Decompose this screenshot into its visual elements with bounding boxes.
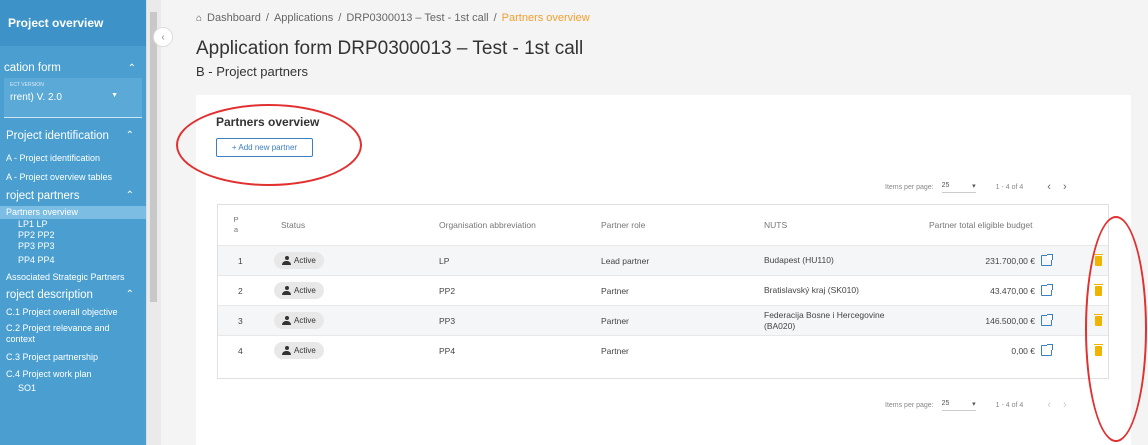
open-external-icon[interactable] <box>1041 254 1053 266</box>
items-per-page-select[interactable]: 25 ▾ <box>941 400 976 411</box>
cell-role: Partner <box>601 345 629 356</box>
page-title: Application form DRP0300013 – Test - 1st… <box>196 38 584 59</box>
home-icon: ⌂ <box>196 12 203 24</box>
breadcrumb-application[interactable]: DRP0300013 – Test - 1st call <box>346 12 488 24</box>
cell-org: LP <box>439 255 450 266</box>
table-row: 3 Active PP3 Partner Federacija Bosne i Herc… <box>218 305 1108 335</box>
prev-page-icon[interactable]: ‹ <box>1047 399 1063 411</box>
person-icon <box>282 316 291 325</box>
status-cell: Active <box>274 336 324 365</box>
sidebar-item-c3[interactable]: C.3 Project partnership <box>0 345 146 369</box>
cell-nuts: Bratislavský kraj (SK010) <box>764 285 859 295</box>
col-header-status[interactable]: Status <box>281 205 305 245</box>
open-external-icon[interactable] <box>1041 284 1053 296</box>
status-badge: Active <box>274 312 324 329</box>
breadcrumb-dashboard[interactable]: Dashboard <box>207 12 261 24</box>
cell-budget: 231.700,00 € <box>985 246 1053 275</box>
annotation-circle-add <box>176 104 362 186</box>
sidebar-item-pp4[interactable]: PP4 PP4 <box>0 252 146 269</box>
sidebar-item-partners-overview[interactable]: Partners overview <box>0 206 146 219</box>
col-header-nuts[interactable]: NUTS <box>764 205 787 245</box>
sidebar-item-lp1[interactable]: LP1 LP <box>0 219 146 230</box>
sidebar-group-application-form[interactable]: cation form ⌃ <box>0 62 146 74</box>
table-header: P a Status Organisation abbreviation Par… <box>218 205 1108 245</box>
sidebar-item-c1[interactable]: C.1 Project overall objective <box>0 301 146 323</box>
table-row: 4 Active PP4 Partner 0,00 € <box>218 335 1108 365</box>
cell-role: Partner <box>601 285 629 296</box>
cell-budget: 43.470,00 € <box>990 276 1053 305</box>
status-cell: Active <box>274 276 324 305</box>
table-row: 1 Active LP Lead partner Budapest (HU110) 231… <box>218 245 1108 275</box>
collapse-sidebar-button[interactable]: ‹ <box>153 27 173 47</box>
chevron-left-icon: ‹ <box>161 31 165 43</box>
open-external-icon[interactable] <box>1041 344 1053 356</box>
version-select[interactable]: ECT VERSION rrent) V. 2.0 ▼ <box>4 78 142 118</box>
cell-org: PP3 <box>439 315 456 326</box>
chevron-up-icon: ⌃ <box>125 190 134 201</box>
col-header-pa: P a <box>233 215 239 234</box>
col-header-budget[interactable]: Partner total eligible budget <box>929 205 1033 245</box>
pager-nav: ‹› <box>1047 181 1078 193</box>
cell-role: Lead partner <box>601 255 650 266</box>
status-badge: Active <box>274 342 324 359</box>
chevron-up-icon: ⌃ <box>125 130 134 141</box>
status-cell: Active <box>274 246 324 275</box>
status-badge: Active <box>274 282 324 299</box>
cell-nuts: Federacija Bosne i Hercegovine (BA020) <box>764 309 885 331</box>
table-row: 2 Active PP2 Partner Bratislavský kraj (SK01… <box>218 275 1108 305</box>
annotation-circle-delete <box>1085 216 1147 442</box>
cell-budget: 146.500,00 € <box>985 306 1053 335</box>
sidebar-item-so1[interactable]: SO1 <box>0 379 146 397</box>
breadcrumb-applications[interactable]: Applications <box>274 12 333 24</box>
person-icon <box>282 256 291 265</box>
pagination-bottom: Items per page: 25 ▾ 1 - 4 of 4 ‹› <box>885 399 1079 411</box>
dropdown-arrow-icon: ▼ <box>111 92 118 99</box>
cell-role: Partner <box>601 315 629 326</box>
status-cell: Active <box>274 306 324 335</box>
sidebar-section-description[interactable]: roject description ⌃ <box>0 289 146 301</box>
page-subtitle: B - Project partners <box>196 64 308 79</box>
cell-number: 1 <box>238 255 243 266</box>
dropdown-arrow-icon: ▾ <box>972 400 976 408</box>
sidebar-scroll-thumb[interactable] <box>150 12 157 302</box>
status-badge: Active <box>274 252 324 269</box>
prev-page-icon[interactable]: ‹ <box>1047 181 1063 193</box>
col-header-role[interactable]: Partner role <box>601 205 645 245</box>
sidebar-item-a-tables[interactable]: A - Project overview tables <box>0 168 146 186</box>
sidebar-item-c4[interactable]: C.4 Project work plan <box>0 369 146 379</box>
breadcrumb: ⌂ Dashboard / Applications / DRP0300013 … <box>196 12 590 24</box>
sidebar-item-associated[interactable]: Associated Strategic Partners <box>0 269 146 285</box>
pagination-top: Items per page: 25 ▾ 1 - 4 of 4 ‹› <box>885 181 1079 193</box>
sidebar-item-pp3[interactable]: PP3 PP3 <box>0 241 146 252</box>
sidebar-item-a[interactable]: A - Project identification <box>0 148 146 168</box>
person-icon <box>282 346 291 355</box>
next-page-icon[interactable]: › <box>1063 399 1079 411</box>
cell-org: PP4 <box>439 345 456 356</box>
sidebar-section-identification[interactable]: Project identification ⌃ <box>0 130 146 142</box>
open-external-icon[interactable] <box>1041 314 1053 326</box>
next-page-icon[interactable]: › <box>1063 181 1079 193</box>
pager-nav: ‹› <box>1047 399 1078 411</box>
breadcrumb-current: Partners overview <box>501 12 590 24</box>
chevron-up-icon: ⌃ <box>125 289 134 300</box>
sidebar-item-c2[interactable]: C.2 Project relevance and context <box>0 323 146 345</box>
partners-table: P a Status Organisation abbreviation Par… <box>217 204 1109 379</box>
sidebar-item-project-overview[interactable]: Project overview <box>0 0 146 46</box>
cell-number: 4 <box>238 345 243 356</box>
cell-org: PP2 <box>439 285 456 296</box>
sidebar-item-pp2[interactable]: PP2 PP2 <box>0 230 146 241</box>
cell-number: 2 <box>238 285 243 296</box>
cell-budget: 0,00 € <box>1011 336 1053 365</box>
cell-number: 3 <box>238 315 243 326</box>
sidebar: Project overview cation form ⌃ ECT VERSIO… <box>0 0 146 445</box>
col-header-org[interactable]: Organisation abbreviation <box>439 205 536 245</box>
chevron-up-icon: ⌃ <box>127 62 136 74</box>
cell-nuts <box>764 336 914 365</box>
items-per-page-select[interactable]: 25 ▾ <box>941 182 976 193</box>
sidebar-section-partners[interactable]: roject partners ⌃ <box>0 190 146 202</box>
cell-nuts: Budapest (HU110) <box>764 255 834 265</box>
dropdown-arrow-icon: ▾ <box>972 182 976 190</box>
person-icon <box>282 286 291 295</box>
